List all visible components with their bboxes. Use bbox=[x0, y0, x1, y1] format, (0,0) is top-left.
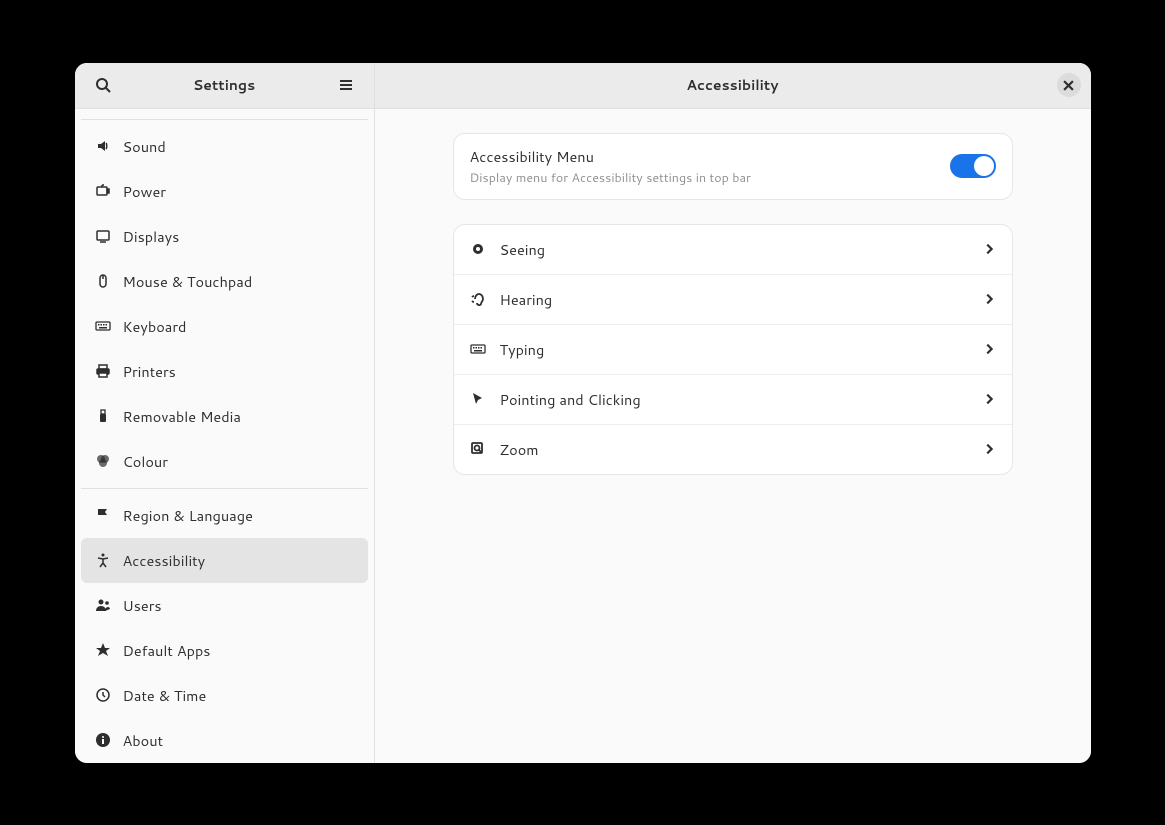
sidebar-item-label: Date & Time bbox=[123, 685, 207, 706]
clock-icon bbox=[95, 687, 111, 703]
accessibility-categories-list: Seeing Hearing Typing Pointing and Clicking… bbox=[453, 224, 1013, 475]
accessibility-icon bbox=[95, 552, 111, 568]
toggle-title: Accessibility Menu bbox=[470, 146, 934, 167]
sound-icon bbox=[95, 138, 111, 154]
sidebar-item-colour[interactable]: Colour bbox=[81, 439, 368, 484]
sidebar-item-sound[interactable]: Sound bbox=[81, 124, 368, 169]
toggle-subtitle: Display menu for Accessibility settings … bbox=[470, 169, 934, 187]
ear-icon bbox=[470, 291, 486, 307]
content-body: Accessibility Menu Display menu for Acce… bbox=[375, 109, 1091, 763]
eye-icon bbox=[470, 241, 486, 257]
close-icon bbox=[1063, 80, 1074, 91]
users-icon bbox=[95, 597, 111, 613]
usb-icon bbox=[95, 408, 111, 424]
chevron-right-icon bbox=[982, 292, 996, 306]
hamburger-button[interactable] bbox=[330, 69, 362, 101]
sidebar-item-datetime[interactable]: Date & Time bbox=[81, 673, 368, 718]
chevron-right-icon bbox=[982, 342, 996, 356]
sidebar-item-label: Mouse & Touchpad bbox=[123, 271, 253, 292]
search-icon bbox=[95, 77, 111, 93]
hamburger-icon bbox=[338, 77, 354, 93]
content-header: Accessibility bbox=[375, 63, 1091, 109]
sidebar-item-users[interactable]: Users bbox=[81, 583, 368, 628]
sidebar-item-removable[interactable]: Removable Media bbox=[81, 394, 368, 439]
accessibility-row-typing[interactable]: Typing bbox=[454, 325, 1012, 375]
sidebar-divider bbox=[81, 119, 368, 120]
sidebar-item-label: Sound bbox=[123, 136, 166, 157]
content-title: Accessibility bbox=[387, 75, 1079, 95]
row-label: Zoom bbox=[500, 439, 968, 460]
sidebar-item-mouse[interactable]: Mouse & Touchpad bbox=[81, 259, 368, 304]
switch-knob bbox=[974, 156, 994, 176]
flag-icon bbox=[95, 507, 111, 523]
sidebar-item-label: Removable Media bbox=[123, 406, 241, 427]
content-panel: Accessibility Accessibility Menu Display… bbox=[375, 63, 1091, 763]
sidebar-item-defaultapps[interactable]: Default Apps bbox=[81, 628, 368, 673]
sidebar-item-label: Users bbox=[123, 595, 162, 616]
star-icon bbox=[95, 642, 111, 658]
displays-icon bbox=[95, 228, 111, 244]
sidebar-item-label: Colour bbox=[123, 451, 168, 472]
sidebar-item-power[interactable]: Power bbox=[81, 169, 368, 214]
sidebar-item-label: Displays bbox=[123, 226, 180, 247]
accessibility-menu-switch[interactable] bbox=[950, 154, 996, 178]
sidebar-item-label: Accessibility bbox=[123, 550, 206, 571]
chevron-right-icon bbox=[982, 242, 996, 256]
accessibility-menu-toggle-row: Accessibility Menu Display menu for Acce… bbox=[453, 133, 1013, 200]
printers-icon bbox=[95, 363, 111, 379]
sidebar-item-displays[interactable]: Displays bbox=[81, 214, 368, 259]
info-icon bbox=[95, 732, 111, 748]
accessibility-row-zoom[interactable]: Zoom bbox=[454, 425, 1012, 474]
sidebar-item-label: Printers bbox=[123, 361, 176, 382]
sidebar-item-label: Power bbox=[123, 181, 166, 202]
toggle-text-group: Accessibility Menu Display menu for Acce… bbox=[470, 146, 934, 187]
sidebar-item-region[interactable]: Region & Language bbox=[81, 493, 368, 538]
keyboard-icon bbox=[470, 341, 486, 357]
settings-window: Settings Sound Power Displays Mouse & Touch… bbox=[75, 63, 1091, 763]
accessibility-row-seeing[interactable]: Seeing bbox=[454, 225, 1012, 275]
chevron-right-icon bbox=[982, 442, 996, 456]
sidebar-list: Sound Power Displays Mouse & Touchpad Keyboa… bbox=[75, 109, 374, 763]
row-label: Hearing bbox=[500, 289, 968, 310]
chevron-right-icon bbox=[982, 392, 996, 406]
sidebar: Settings Sound Power Displays Mouse & Touch… bbox=[75, 63, 375, 763]
sidebar-title: Settings bbox=[119, 75, 330, 95]
accessibility-row-pointing[interactable]: Pointing and Clicking bbox=[454, 375, 1012, 425]
colour-icon bbox=[95, 453, 111, 469]
zoom-icon bbox=[470, 441, 486, 457]
row-label: Pointing and Clicking bbox=[500, 389, 968, 410]
accessibility-row-hearing[interactable]: Hearing bbox=[454, 275, 1012, 325]
power-icon bbox=[95, 183, 111, 199]
sidebar-item-label: Default Apps bbox=[123, 640, 211, 661]
mouse-icon bbox=[95, 273, 111, 289]
sidebar-item-label: About bbox=[123, 730, 164, 751]
sidebar-item-printers[interactable]: Printers bbox=[81, 349, 368, 394]
sidebar-item-keyboard[interactable]: Keyboard bbox=[81, 304, 368, 349]
row-label: Seeing bbox=[500, 239, 968, 260]
sidebar-header: Settings bbox=[75, 63, 374, 109]
row-label: Typing bbox=[500, 339, 968, 360]
sidebar-item-about[interactable]: About bbox=[81, 718, 368, 763]
sidebar-item-label: Region & Language bbox=[123, 505, 253, 526]
search-button[interactable] bbox=[87, 69, 119, 101]
sidebar-item-accessibility[interactable]: Accessibility bbox=[81, 538, 368, 583]
close-button[interactable] bbox=[1057, 73, 1081, 97]
keyboard-icon bbox=[95, 318, 111, 334]
cursor-icon bbox=[470, 391, 486, 407]
sidebar-item-label: Keyboard bbox=[123, 316, 187, 337]
sidebar-divider bbox=[81, 488, 368, 489]
